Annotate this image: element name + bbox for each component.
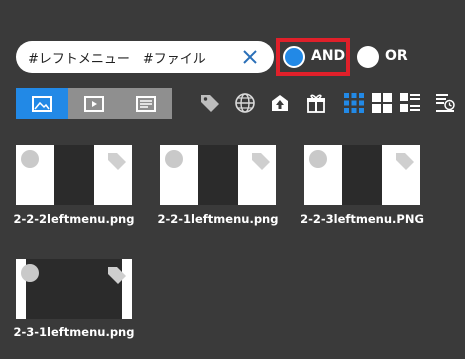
select-check-icon[interactable]: [165, 150, 183, 168]
view-tabs: [16, 88, 172, 119]
file-name[interactable]: 2-2-2leftmenu.png: [4, 212, 144, 226]
globe-icon[interactable]: [234, 92, 256, 114]
or-radio[interactable]: [357, 46, 379, 68]
close-icon[interactable]: [240, 47, 260, 67]
select-check-icon[interactable]: [21, 150, 39, 168]
and-label[interactable]: AND: [311, 48, 345, 64]
tag-icon[interactable]: [106, 150, 128, 172]
tag-icon[interactable]: [199, 92, 221, 114]
or-label[interactable]: OR: [385, 48, 408, 64]
tab-images[interactable]: [16, 88, 68, 119]
screenshot-preview: [54, 145, 94, 205]
search-input[interactable]: #レフトメニュー #ファイル: [16, 41, 274, 73]
file-thumbnail[interactable]: [160, 145, 276, 205]
search-query[interactable]: #レフトメニュー #ファイル: [28, 48, 206, 67]
grid-large-icon[interactable]: [371, 92, 393, 114]
gift-icon[interactable]: [305, 92, 327, 114]
document-icon: [136, 95, 156, 112]
file-name[interactable]: 2-2-3leftmenu.PNG: [292, 212, 432, 226]
select-check-icon[interactable]: [309, 150, 327, 168]
tab-videos[interactable]: [68, 88, 120, 119]
tag-icon[interactable]: [394, 150, 416, 172]
list-icon[interactable]: [399, 92, 421, 114]
image-icon: [32, 95, 52, 112]
tab-documents[interactable]: [120, 88, 172, 119]
file-thumbnail[interactable]: [16, 145, 132, 205]
file-name[interactable]: 2-3-1leftmenu.png: [4, 325, 144, 339]
screenshot-preview: [342, 145, 382, 205]
upload-icon[interactable]: [269, 92, 291, 114]
file-name[interactable]: 2-2-1leftmenu.png: [148, 212, 288, 226]
tag-icon[interactable]: [106, 264, 128, 286]
video-icon: [84, 95, 104, 112]
select-check-icon[interactable]: [21, 264, 39, 282]
file-thumbnail[interactable]: [304, 145, 420, 205]
screenshot-preview: [198, 145, 238, 205]
grid-small-icon[interactable]: [343, 92, 365, 114]
sort-time-icon[interactable]: [434, 92, 456, 114]
tag-icon[interactable]: [250, 150, 272, 172]
and-radio[interactable]: [283, 46, 305, 68]
file-thumbnail[interactable]: [16, 259, 132, 319]
